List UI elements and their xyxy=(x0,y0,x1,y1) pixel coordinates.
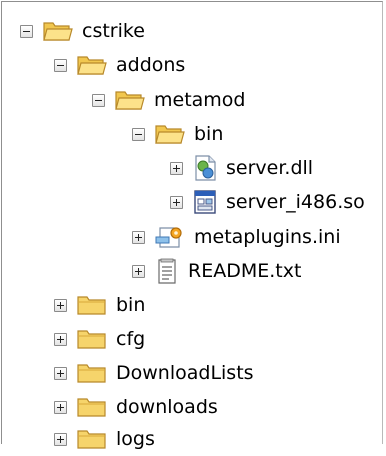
collapse-icon[interactable] xyxy=(92,93,105,107)
folder-open-icon xyxy=(115,91,145,110)
node-label: cfg xyxy=(116,328,146,350)
tree-node-server-dll[interactable]: server.dll xyxy=(170,151,313,185)
collapse-icon[interactable] xyxy=(132,127,145,141)
tree-node-cfg[interactable]: cfg xyxy=(54,322,145,356)
tree-node-server-so[interactable]: server_i486.so xyxy=(170,185,365,219)
folder-open-icon xyxy=(43,22,73,41)
node-label: addons xyxy=(116,54,186,76)
dll-file-icon xyxy=(195,155,216,181)
expand-icon[interactable] xyxy=(170,161,183,175)
node-label: DownloadLists xyxy=(116,362,254,384)
node-label: README.txt xyxy=(188,260,302,282)
ini-settings-file-icon xyxy=(155,227,182,248)
node-label: logs xyxy=(116,428,155,450)
node-label: metamod xyxy=(154,89,246,111)
folder-open-icon xyxy=(155,125,185,144)
folder-icon xyxy=(77,296,106,315)
expand-icon[interactable] xyxy=(54,332,67,346)
expand-icon[interactable] xyxy=(132,264,145,278)
tree-node-metamod-bin[interactable]: bin xyxy=(132,117,223,151)
folder-icon xyxy=(77,364,106,383)
folder-icon xyxy=(77,398,106,417)
tree-node-addons[interactable]: addons xyxy=(54,48,185,82)
tree-view: cstrike addons metamod bin server.dll se… xyxy=(1,1,383,450)
expand-icon[interactable] xyxy=(54,366,67,380)
collapse-icon[interactable] xyxy=(20,24,33,38)
tree-node-logs[interactable]: logs xyxy=(54,422,155,456)
node-label: bin xyxy=(116,294,146,316)
tree-node-bin[interactable]: bin xyxy=(54,288,145,322)
folder-icon xyxy=(77,330,106,349)
tree-node-downloads[interactable]: downloads xyxy=(54,390,218,424)
node-label: server_i486.so xyxy=(226,191,365,213)
folder-open-icon xyxy=(77,56,107,75)
system-file-icon xyxy=(194,190,216,214)
node-label: cstrike xyxy=(82,20,145,42)
expand-icon[interactable] xyxy=(54,400,67,414)
tree-node-cstrike[interactable]: cstrike xyxy=(20,14,145,48)
tree-node-metaplugins[interactable]: metaplugins.ini xyxy=(132,220,341,254)
node-label: metaplugins.ini xyxy=(194,226,341,248)
text-file-icon xyxy=(158,258,176,284)
expand-icon[interactable] xyxy=(54,298,67,312)
tree-node-readme[interactable]: README.txt xyxy=(132,254,301,288)
expand-icon[interactable] xyxy=(170,195,183,209)
collapse-icon[interactable] xyxy=(54,58,67,72)
node-label: server.dll xyxy=(226,157,314,179)
expand-icon[interactable] xyxy=(132,230,145,244)
tree-node-metamod[interactable]: metamod xyxy=(92,83,245,117)
folder-icon xyxy=(77,430,106,449)
expand-icon[interactable] xyxy=(54,432,67,446)
node-label: bin xyxy=(194,123,224,145)
node-label: downloads xyxy=(116,396,218,418)
tree-node-downloadlists[interactable]: DownloadLists xyxy=(54,356,254,390)
